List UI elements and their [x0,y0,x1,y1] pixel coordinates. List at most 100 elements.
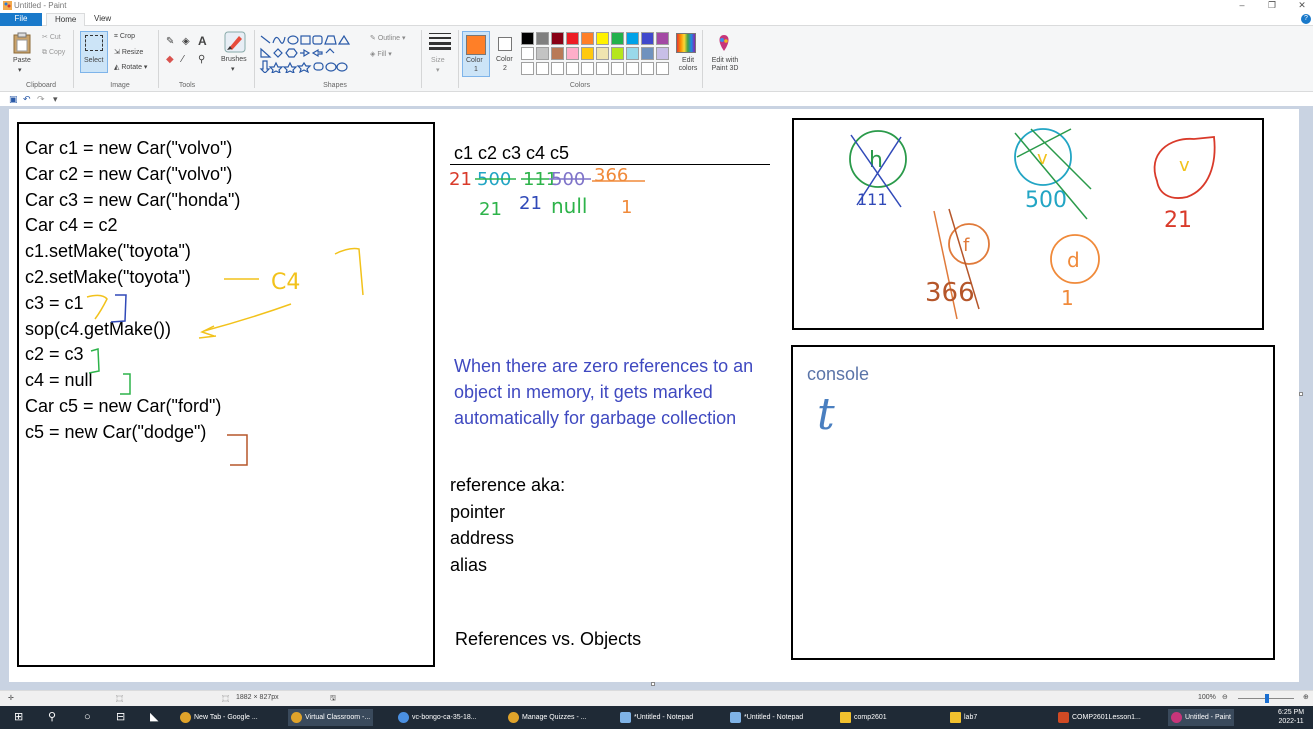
taskbar-item-label: Manage Quizzes - ... [522,714,587,721]
taskbar-item[interactable]: lab7 [950,709,977,726]
color-picker-icon[interactable]: ⁄ [182,54,184,65]
select-button[interactable]: Select [80,31,108,73]
edit-colors-button[interactable]: Edit colors [672,31,700,77]
brushes-button[interactable]: Brushes ▾ [220,31,250,75]
taskbar-item[interactable]: Manage Quizzes - ... [508,709,587,726]
cortana-icon[interactable]: ○ [84,709,91,726]
task-view-icon[interactable]: ⊟ [116,709,125,726]
save-icon[interactable]: ▣ [9,94,18,105]
color-swatch[interactable] [596,32,609,45]
start-button[interactable]: ⊞ [14,709,23,726]
zoom-in-button[interactable]: ⊕ [1303,693,1309,701]
taskbar-item[interactable]: vc-bongo-ca-35-18... [398,709,477,726]
custom-color-slot[interactable] [581,62,594,75]
bracket [334,247,364,296]
paste-button[interactable]: Paste ▾ [8,32,36,74]
color1-number: 1 [474,66,478,73]
taskbar-item[interactable]: comp2601 [840,709,887,726]
rotate-button[interactable]: ◭ Rotate ▾ [114,63,147,71]
text-tool-icon[interactable]: A [198,34,207,48]
taskbar-item[interactable]: Virtual Classroom -... [288,709,374,726]
heap-object-v2: v 21 [1153,136,1216,233]
folder-icon [950,711,961,723]
color-swatch[interactable] [521,32,534,45]
taskbar-item[interactable]: *Untitled - Notepad [730,709,803,726]
custom-color-slot[interactable] [596,62,609,75]
zoom-slider-thumb[interactable] [1265,694,1269,703]
color-swatch[interactable] [611,32,624,45]
cut-button[interactable]: ✂ Cut [42,33,61,41]
size-label: Size [431,57,445,64]
custom-color-slot[interactable] [566,62,579,75]
taskbar-item[interactable]: COMP2601Lesson1... [1058,709,1141,726]
color-swatch[interactable] [566,47,579,60]
drawing-canvas[interactable]: Car c1 = new Car("volvo") Car c2 = new Ca… [9,109,1299,682]
powerpoint-icon [1058,711,1069,723]
resize-button[interactable]: ⇲ Resize [114,48,143,56]
color2-button[interactable]: Color 2 [493,31,519,77]
fill-button[interactable]: ◈ Fill ▾ [370,50,392,58]
color-swatch[interactable] [656,47,669,60]
bracket [227,434,248,466]
color-swatch[interactable] [566,32,579,45]
custom-color-slot[interactable] [656,62,669,75]
color-swatch[interactable] [626,47,639,60]
maximize-button[interactable]: ❐ [1262,0,1282,12]
color-swatch[interactable] [611,47,624,60]
color-swatch[interactable] [581,32,594,45]
color-swatch[interactable] [536,47,549,60]
clock[interactable]: 6:25 PM 2022-11 [1278,708,1304,726]
custom-color-slot[interactable] [611,62,624,75]
vscode-icon[interactable]: ◣ [150,709,158,726]
color-swatch[interactable] [581,47,594,60]
taskbar-item[interactable]: New Tab - Google ... [180,709,258,726]
custom-color-slot[interactable] [521,62,534,75]
color-swatch[interactable] [641,47,654,60]
eraser-icon[interactable]: ◆ [166,54,174,65]
undo-icon[interactable]: ↶ [23,94,31,105]
color-swatch[interactable] [551,32,564,45]
tab-view[interactable]: View [86,13,119,26]
ref-val-c1: 21 [449,169,472,190]
canvas-resize-handle[interactable] [651,682,655,686]
color-swatch[interactable] [536,32,549,45]
color-swatch[interactable] [641,32,654,45]
color-swatch[interactable] [626,32,639,45]
redo-icon[interactable]: ↷ [37,94,45,105]
edit-paint3d-button[interactable]: Edit with Paint 3D [706,31,742,77]
tab-home[interactable]: Home [46,13,86,26]
search-icon[interactable]: ⚲ [48,709,56,726]
custom-color-slot[interactable] [551,62,564,75]
color-swatch[interactable] [551,47,564,60]
magnifier-icon[interactable]: ⚲ [198,54,205,65]
copy-button[interactable]: ⧉ Copy [42,49,65,57]
taskbar-item[interactable]: Untitled - Paint [1168,709,1234,726]
ribbon-tabs: File Home View ? [0,12,1313,26]
color1-button[interactable]: Color 1 [462,31,490,77]
size-button[interactable]: Size ▾ [428,32,452,74]
tab-file[interactable]: File [0,13,42,26]
minimize-button[interactable]: – [1232,0,1252,12]
outline-button[interactable]: ✎ Outline ▾ [370,34,405,42]
crop-button[interactable]: ⌗ Crop [114,33,135,41]
arrow [203,303,292,332]
color-swatch[interactable] [521,47,534,60]
crop-icon: ⌗ [114,33,118,40]
custom-color-slot[interactable] [641,62,654,75]
pencil-icon[interactable]: ✎ [166,36,174,47]
color-swatch[interactable] [656,32,669,45]
custom-color-slot[interactable] [626,62,639,75]
color-swatch[interactable] [596,47,609,60]
copy-icon: ⧉ [42,49,47,56]
status-bar: ✛ ⿴ ⿴ 1882 × 827px 🖫 100% ⊖ ⊕ [0,690,1313,706]
canvas-resize-handle[interactable] [1299,392,1303,396]
shapes-gallery[interactable] [258,33,368,73]
fill-bucket-icon[interactable]: ◈ [182,36,190,47]
taskbar-item[interactable]: *Untitled - Notepad [620,709,693,726]
close-button[interactable]: ✕ [1292,0,1312,12]
custom-color-slot[interactable] [536,62,549,75]
zoom-out-button[interactable]: ⊖ [1222,693,1228,701]
customize-qat-icon[interactable]: ▾ [53,94,58,105]
object-ref: 21 [1164,208,1192,233]
help-icon[interactable]: ? [1301,14,1311,24]
